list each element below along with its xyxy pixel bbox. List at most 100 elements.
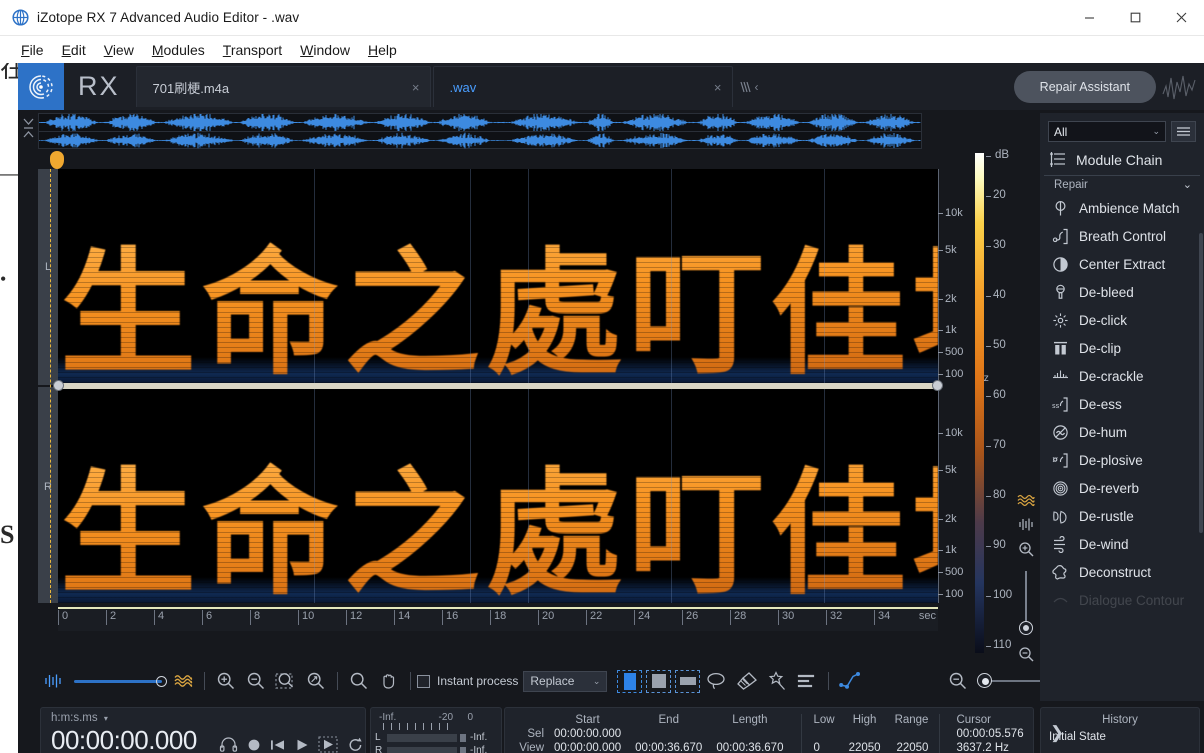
horizontal-zoom-slider-knob[interactable]: [977, 673, 993, 688]
modules-expand-button[interactable]: ❯: [1050, 723, 1064, 743]
tab-close-icon[interactable]: ×: [386, 80, 420, 95]
frequency-selection-tool[interactable]: [675, 669, 701, 693]
module-item-ambience-match[interactable]: Ambience Match: [1040, 194, 1204, 222]
skip-to-start-icon[interactable]: [270, 738, 286, 752]
module-chain-item[interactable]: Module Chain: [1040, 142, 1204, 175]
module-item-de-crackle[interactable]: De-crackle: [1040, 362, 1204, 390]
tab-close-icon[interactable]: ×: [688, 80, 722, 95]
modules-scrollbar[interactable]: [1199, 233, 1203, 533]
brush-selection-tool-icon[interactable]: [732, 666, 762, 696]
maximize-button[interactable]: [1112, 0, 1158, 36]
tab-wav[interactable]: .wav ×: [432, 66, 733, 107]
sel-length-value[interactable]: [709, 727, 790, 741]
module-item-de-clip[interactable]: De-clip: [1040, 334, 1204, 362]
spectrogram-density-icon[interactable]: [168, 666, 198, 696]
module-item-de-ess[interactable]: ss De-ess: [1040, 390, 1204, 418]
module-filter-select[interactable]: All ⌄: [1048, 121, 1166, 142]
module-item-de-wind[interactable]: De-wind: [1040, 530, 1204, 558]
vertical-zoom-slider-knob[interactable]: [1019, 621, 1033, 635]
waveform-level-icon[interactable]: [38, 666, 68, 696]
split-handle-right[interactable]: [932, 380, 943, 391]
transport-panel: h:m:s.ms ▾ 00:00:00.000 Session reopened…: [40, 707, 389, 753]
playhead-handle[interactable]: [50, 151, 64, 169]
overview-collapse-control[interactable]: [18, 110, 38, 146]
zoom-out-icon[interactable]: [241, 666, 271, 696]
play-selection-icon[interactable]: [318, 736, 338, 753]
close-button[interactable]: [1158, 0, 1204, 36]
loop-icon[interactable]: [347, 737, 364, 753]
waveform-path-icon[interactable]: [835, 666, 865, 696]
module-item-de-click[interactable]: De-click: [1040, 306, 1204, 334]
play-icon[interactable]: [295, 738, 309, 752]
sel-start-value[interactable]: 00:00:00.000: [547, 727, 628, 741]
split-handle-left[interactable]: [53, 380, 64, 391]
menu-edit[interactable]: Edit: [53, 39, 95, 61]
module-item-de-bleed[interactable]: De-bleed: [1040, 278, 1204, 306]
overview-waveform[interactable]: [38, 113, 922, 149]
vertical-zoom-out-icon[interactable]: [1018, 646, 1035, 663]
time-selection-tool[interactable]: [617, 669, 643, 693]
menu-view[interactable]: View: [95, 39, 143, 61]
spectrogram-area[interactable]: L R 生命之處叮佳地干 生命之處叮佳地干: [38, 151, 1004, 663]
module-item-deconstruct[interactable]: Deconstruct: [1040, 558, 1204, 586]
vertical-zoom-in-icon[interactable]: [1018, 541, 1035, 558]
module-item-breath-control[interactable]: Breath Control: [1040, 222, 1204, 250]
magnifier-tool-icon[interactable]: [344, 666, 374, 696]
record-icon[interactable]: [247, 738, 261, 752]
history-item-initial-state[interactable]: Initial State: [1049, 731, 1199, 743]
meter-bar-right: [387, 746, 466, 753]
view-end-value[interactable]: 00:00:36.670: [628, 741, 709, 753]
harmonic-selection-tool-icon[interactable]: [792, 666, 822, 696]
time-format-value: h:m:s.ms: [51, 712, 98, 724]
amplitude-zoom-slider[interactable]: [74, 675, 167, 687]
freq-low-value[interactable]: 0: [806, 741, 841, 753]
freq-range-value[interactable]: 22050: [888, 741, 936, 753]
instant-process-checkbox[interactable]: [417, 674, 430, 688]
menu-transport[interactable]: Transport: [214, 39, 291, 61]
monitor-headphones-icon[interactable]: [219, 737, 238, 752]
tab-overflow-icon[interactable]: ‹: [739, 79, 759, 95]
breath-control-icon: [1052, 228, 1069, 245]
center-extract-icon: [1052, 256, 1069, 273]
vertical-zoom-slider[interactable]: [1019, 571, 1033, 635]
menu-file[interactable]: File: [12, 39, 53, 61]
sel-end-value[interactable]: [628, 727, 709, 741]
view-length-value[interactable]: 00:00:36.670: [709, 741, 790, 753]
module-item-de-hum[interactable]: De-hum: [1040, 418, 1204, 446]
hand-tool-icon[interactable]: [374, 666, 404, 696]
process-mode-select[interactable]: Replace ⌄: [523, 670, 608, 692]
menu-modules[interactable]: Modules: [143, 39, 214, 61]
repair-assistant-button[interactable]: Repair Assistant: [1013, 70, 1156, 103]
module-group-repair[interactable]: Repair ⌄: [1044, 175, 1200, 194]
minimize-button[interactable]: [1066, 0, 1112, 36]
module-item-de-reverb[interactable]: De-reverb: [1040, 474, 1204, 502]
menu-help[interactable]: Help: [359, 39, 406, 61]
zoom-to-selection-icon[interactable]: [271, 666, 301, 696]
zoom-fit-icon[interactable]: [301, 666, 331, 696]
rx-wordmark: RX: [78, 71, 120, 101]
modules-menu-button[interactable]: [1171, 121, 1196, 142]
menu-window[interactable]: Window: [291, 39, 359, 61]
time-format-selector[interactable]: h:m:s.ms ▾: [51, 712, 365, 724]
tab-701[interactable]: 701刷梗.m4a ×: [135, 66, 431, 107]
module-item-de-plosive[interactable]: De-plosive: [1040, 446, 1204, 474]
module-item-center-extract[interactable]: Center Extract: [1040, 250, 1204, 278]
horizontal-zoom-out-icon[interactable]: [943, 666, 973, 696]
time-axis[interactable]: 0 2 4 6 8 10 12 14 16 18 20 22 24 26 28 …: [58, 607, 938, 631]
module-item-de-rustle[interactable]: De-rustle: [1040, 502, 1204, 530]
spectrogram-gridline: [824, 389, 825, 603]
freq-high-value[interactable]: 22050: [842, 741, 888, 753]
module-label: De-rustle: [1079, 508, 1134, 524]
col-length: Length: [732, 714, 768, 726]
view-start-value[interactable]: 00:00:00.000: [547, 741, 628, 753]
spectrogram-view-icon[interactable]: [1017, 493, 1035, 508]
channel-split-divider[interactable]: [53, 380, 943, 391]
time-frequency-selection-tool[interactable]: [646, 669, 672, 693]
zoom-in-icon[interactable]: [211, 666, 241, 696]
lasso-selection-tool-icon[interactable]: [702, 666, 732, 696]
module-item-partially-hidden[interactable]: Dialogue Contour: [1040, 586, 1204, 614]
magic-wand-selection-tool-icon[interactable]: [762, 666, 792, 696]
selection-row-sel: Sel 00:00:00.000 00:00:05.576: [509, 727, 1031, 741]
waveform-view-icon[interactable]: [1017, 517, 1035, 532]
amplitude-zoom-knob[interactable]: [156, 675, 167, 687]
